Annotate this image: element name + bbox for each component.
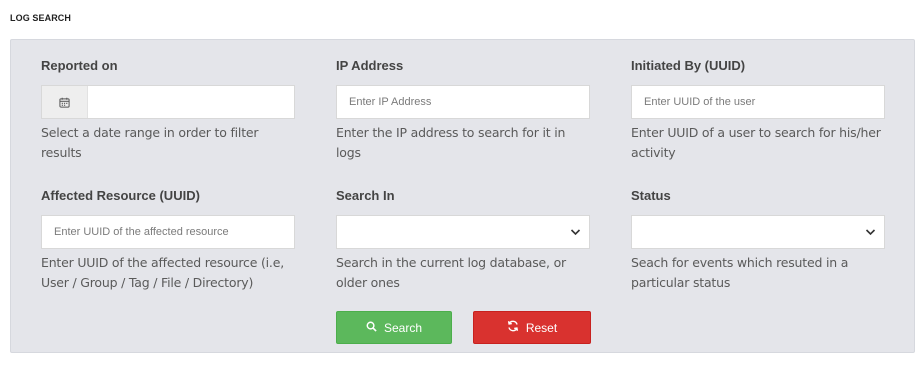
search-button[interactable]: Search xyxy=(336,311,452,344)
status-help: Seach for events which resuted in a part… xyxy=(631,255,849,290)
status-field: Status Seach for events which resuted in… xyxy=(631,187,885,293)
initiated-by-help: Enter UUID of a user to search for his/h… xyxy=(631,125,881,160)
status-select[interactable] xyxy=(631,215,885,249)
search-in-help: Search in the current log database, or o… xyxy=(336,255,566,290)
initiated-by-control xyxy=(631,85,885,119)
reported-on-help: Select a date range in order to filter r… xyxy=(41,125,259,160)
affected-resource-help: Enter UUID of the affected resource (i.e… xyxy=(41,255,284,290)
chevron-down-icon xyxy=(570,223,581,241)
reset-button[interactable]: Reset xyxy=(473,311,591,344)
search-button-label: Search xyxy=(383,320,423,335)
chevron-down-icon xyxy=(865,223,876,241)
reported-on-field: Reported on Select a date range in order… xyxy=(41,57,295,163)
search-in-label: Search In xyxy=(336,188,395,203)
page-title: LOG SEARCH xyxy=(10,13,72,23)
ip-address-input[interactable] xyxy=(337,86,589,118)
affected-resource-control xyxy=(41,215,295,249)
status-label: Status xyxy=(631,188,671,203)
ip-address-control xyxy=(336,85,590,119)
initiated-by-input[interactable] xyxy=(632,86,884,118)
reported-on-control xyxy=(41,85,295,119)
affected-resource-input[interactable] xyxy=(42,216,294,248)
calendar-icon[interactable] xyxy=(42,86,88,118)
date-range-input[interactable] xyxy=(88,86,294,118)
affected-resource-field: Affected Resource (UUID) Enter UUID of t… xyxy=(41,187,295,293)
ip-address-help: Enter the IP address to search for it in… xyxy=(336,125,566,160)
log-search-panel: Reported on Select a date range in order… xyxy=(10,39,915,353)
ip-address-label: IP Address xyxy=(336,58,404,73)
reported-on-label: Reported on xyxy=(41,58,118,73)
reset-button-label: Reset xyxy=(525,320,558,335)
refresh-icon xyxy=(507,320,519,335)
search-icon xyxy=(366,321,377,335)
ip-address-field: IP Address Enter the IP address to searc… xyxy=(336,57,590,163)
search-in-field: Search In Search in the current log data… xyxy=(336,187,590,293)
initiated-by-field: Initiated By (UUID) Enter UUID of a user… xyxy=(631,57,885,163)
affected-resource-label: Affected Resource (UUID) xyxy=(41,188,200,203)
initiated-by-label: Initiated By (UUID) xyxy=(631,58,746,73)
search-in-select[interactable] xyxy=(336,215,590,249)
